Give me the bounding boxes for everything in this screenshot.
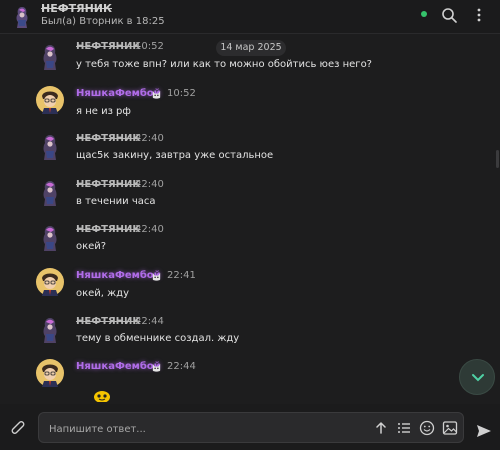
avatar[interactable]: [38, 179, 62, 207]
author-name[interactable]: НЕФТЯНИК: [76, 224, 141, 235]
send-icon[interactable]: [476, 423, 492, 439]
message-input[interactable]: [47, 419, 351, 439]
avatar[interactable]: [36, 86, 64, 114]
message-item: НЕФТЯНИК 22:44 тему в обменнике создал. …: [0, 314, 480, 350]
message-input-box[interactable]: [38, 412, 464, 443]
sticker-preview[interactable]: [93, 388, 111, 402]
arrow-up-icon[interactable]: [373, 420, 389, 436]
contact-name[interactable]: НЕФТЯНИК: [41, 2, 112, 15]
author-name[interactable]: НяшкаФембой: [76, 361, 161, 372]
scrollbar-thumb[interactable]: [496, 150, 499, 168]
author-name[interactable]: НЕФТЯНИК: [76, 179, 141, 190]
message-item: НяшкаФембой 22:41 окей, жду: [0, 268, 480, 304]
paperclip-icon[interactable]: [10, 420, 26, 438]
list-icon[interactable]: [396, 420, 412, 436]
chevron-down-icon: [472, 374, 484, 382]
message-item: НяшкаФембой 10:52 я не из рф: [0, 86, 480, 122]
contact-status: Был(а) Вторник в 18:25: [41, 16, 165, 27]
chat-header: НЕФТЯНИК Был(а) Вторник в 18:25: [0, 0, 500, 34]
message-text: в течении часа: [76, 196, 156, 207]
message-item: НЕФТЯНИК 22:40 щас5к закину, завтра уже …: [0, 131, 480, 167]
avatar[interactable]: [38, 133, 62, 161]
author-name[interactable]: НЕФТЯНИК: [76, 316, 141, 327]
emoji-icon[interactable]: [419, 420, 435, 436]
message-text: окей, жду: [76, 288, 130, 299]
message-time: 22:40: [135, 179, 164, 190]
more-vertical-icon[interactable]: [471, 7, 487, 23]
message-item: НЕФТЯНИК 22:40 окей?: [0, 222, 480, 258]
author-name[interactable]: НЕФТЯНИК: [76, 133, 141, 144]
message-text: окей?: [76, 241, 107, 252]
message-item: НЕФТЯНИК 10:52 у тебя тоже впн? или как …: [0, 40, 480, 80]
message-text: я не из рф: [76, 106, 131, 117]
avatar[interactable]: [38, 43, 62, 71]
cat-badge-icon: [152, 272, 161, 281]
cat-badge-icon: [152, 90, 161, 99]
author-name[interactable]: НяшкаФембой: [76, 88, 161, 99]
message-text: тему в обменнике создал. жду: [76, 333, 240, 344]
contact-avatar[interactable]: [9, 4, 35, 30]
message-time: 22:41: [167, 270, 196, 281]
message-time: 22:44: [167, 361, 196, 372]
message-time: 10:52: [167, 88, 196, 99]
avatar[interactable]: [38, 316, 62, 344]
image-icon[interactable]: [442, 420, 458, 436]
author-name[interactable]: НяшкаФембой: [76, 270, 161, 281]
message-time: 22:40: [135, 133, 164, 144]
search-icon[interactable]: [441, 7, 457, 23]
avatar[interactable]: [36, 359, 64, 387]
message-text: щас5к закину, завтра уже остальное: [76, 150, 274, 161]
message-time: 10:52: [135, 41, 164, 52]
cat-badge-icon: [152, 363, 161, 372]
message-time: 22:40: [135, 224, 164, 235]
message-item: НЕФТЯНИК 22:40 в течении часа: [0, 177, 480, 213]
author-name[interactable]: НЕФТЯНИК: [76, 41, 141, 52]
message-text: у тебя тоже впн? или как то можно обойти…: [76, 59, 372, 70]
scroll-to-bottom-button[interactable]: [459, 359, 495, 395]
avatar[interactable]: [38, 224, 62, 252]
online-indicator: [421, 11, 427, 17]
message-item: НяшкаФембой 22:44: [0, 359, 480, 389]
avatar[interactable]: [36, 268, 64, 296]
message-time: 22:44: [135, 316, 164, 327]
message-composer: [0, 404, 500, 450]
